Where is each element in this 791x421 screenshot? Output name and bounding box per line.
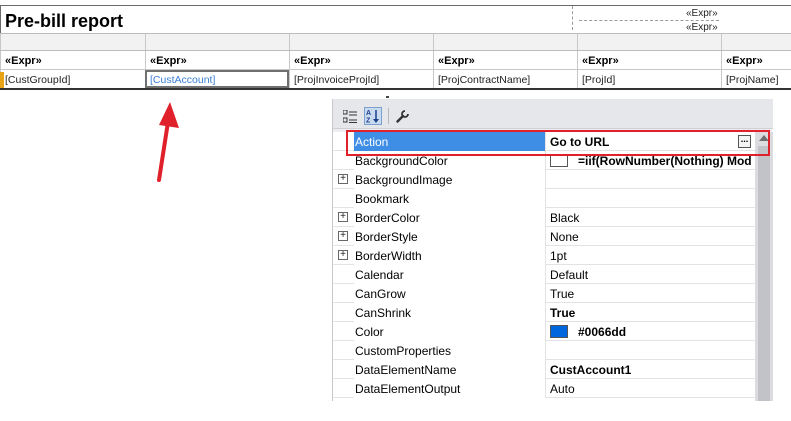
detail-cell-projname[interactable]: [ProjName]	[721, 70, 791, 88]
header-expression[interactable]: «Expr»	[686, 8, 718, 19]
expand-icon[interactable]: +	[338, 174, 348, 184]
property-name[interactable]: Color	[354, 322, 546, 341]
property-value[interactable]: 1pt	[546, 246, 755, 265]
detail-cell-custaccount-selected[interactable]: [CustAccount]	[145, 70, 289, 88]
alphabetical-sort-button[interactable]: A Z	[364, 107, 382, 125]
action-row-highlight-box	[346, 130, 770, 156]
property-row-borderwidth[interactable]: + BorderWidth 1pt	[333, 246, 755, 265]
property-value-text: True	[550, 287, 575, 301]
property-value-text: Default	[550, 268, 589, 282]
property-value-text: CustAccount1	[550, 363, 632, 377]
property-row-borderstyle[interactable]: + BorderStyle None	[333, 227, 755, 246]
property-value-text: Black	[550, 211, 580, 225]
detail-cell-projinvoiceprojid[interactable]: [ProjInvoiceProjId]	[289, 70, 433, 88]
categorized-button[interactable]	[341, 107, 359, 125]
tablix-empty-row[interactable]	[0, 33, 791, 51]
property-name[interactable]: DataElementName	[354, 360, 546, 379]
property-row-cangrow[interactable]: CanGrow True	[333, 284, 755, 303]
property-pages-button[interactable]	[393, 107, 411, 125]
property-value-text: True	[550, 306, 576, 320]
toolbar-separator	[388, 108, 389, 124]
property-row-backgroundimage[interactable]: + BackgroundImage	[333, 170, 755, 189]
column-header-cell[interactable]: «Expr»	[433, 51, 577, 69]
property-name[interactable]: CanShrink	[354, 303, 546, 322]
sort-alphabetical-icon: A Z	[366, 110, 379, 124]
tablix-cell[interactable]	[577, 34, 721, 50]
property-value-text: None	[550, 230, 579, 244]
property-name[interactable]: DataElementOutput	[354, 379, 546, 398]
wrench-icon	[395, 109, 409, 123]
color-swatch	[550, 325, 568, 338]
property-value[interactable]: #0066dd	[546, 322, 755, 341]
property-name[interactable]: BorderColor	[354, 208, 546, 227]
red-arrow-icon	[157, 102, 179, 182]
property-name[interactable]: CanGrow	[354, 284, 546, 303]
tablix-detail-row[interactable]: [CustGroupId] [CustAccount] [ProjInvoice…	[0, 70, 791, 90]
property-name[interactable]: BorderWidth	[354, 246, 546, 265]
column-header-cell[interactable]: «Expr»	[577, 51, 721, 69]
property-value[interactable]: True	[546, 284, 755, 303]
property-name[interactable]: BackgroundImage	[354, 170, 546, 189]
tablix-cell[interactable]	[289, 34, 433, 50]
expand-icon[interactable]: +	[338, 231, 348, 241]
property-row-bordercolor[interactable]: + BorderColor Black	[333, 208, 755, 227]
property-value[interactable]	[546, 170, 755, 189]
pane-grip	[386, 96, 389, 98]
header-textbox-border	[579, 20, 719, 21]
property-value[interactable]	[546, 189, 755, 208]
property-name[interactable]: Bookmark	[354, 189, 546, 208]
column-header-cell[interactable]: «Expr»	[289, 51, 433, 69]
header-expression[interactable]: «Expr»	[686, 22, 718, 32]
property-value[interactable]: CustAccount1	[546, 360, 755, 379]
property-value[interactable]: True	[546, 303, 755, 322]
expand-icon[interactable]: +	[338, 250, 348, 260]
tablix-cell[interactable]	[0, 34, 145, 50]
report-title[interactable]: Pre-bill report	[5, 11, 123, 32]
property-row-color[interactable]: Color #0066dd	[333, 322, 755, 341]
property-row-calendar[interactable]: Calendar Default	[333, 265, 755, 284]
property-value[interactable]: None	[546, 227, 755, 246]
properties-toolbar: A Z	[333, 99, 773, 129]
property-value[interactable]: Black	[546, 208, 755, 227]
detail-cell-projcontractname[interactable]: [ProjContractName]	[433, 70, 577, 88]
report-design-surface[interactable]: Pre-bill report «Expr» «Expr» «Expr» «Ex…	[0, 0, 791, 92]
detail-cell-custgroupid[interactable]: [CustGroupId]	[0, 70, 145, 88]
property-value[interactable]: Auto	[546, 379, 755, 398]
detail-cell-projid[interactable]: [ProjId]	[577, 70, 721, 88]
property-value-text: #0066dd	[578, 325, 627, 339]
property-value[interactable]	[546, 341, 755, 360]
property-grid-scrollbar[interactable]	[755, 132, 773, 401]
column-header-cell[interactable]: «Expr»	[145, 51, 289, 69]
header-divider	[572, 6, 573, 30]
tablix-cell[interactable]	[721, 34, 791, 50]
categorized-list-icon	[343, 109, 357, 123]
property-grid[interactable]: Action Go to URL... BackgroundColor =iif(Ro…	[333, 132, 755, 401]
property-value[interactable]: Default	[546, 265, 755, 284]
property-name[interactable]: CustomProperties	[354, 341, 546, 360]
property-value-text: 1pt	[550, 249, 567, 263]
column-header-cell[interactable]: «Expr»	[721, 51, 791, 69]
svg-text:Z: Z	[366, 118, 371, 124]
svg-text:A: A	[366, 110, 371, 117]
property-row-dataelementname[interactable]: DataElementName CustAccount1	[333, 360, 755, 379]
row-handle-marker	[0, 72, 4, 88]
expand-icon[interactable]: +	[338, 212, 348, 222]
report-header[interactable]: Pre-bill report	[0, 5, 791, 33]
tablix-cell[interactable]	[433, 34, 577, 50]
property-name[interactable]: Calendar	[354, 265, 546, 284]
property-row-bookmark[interactable]: Bookmark	[333, 189, 755, 208]
tablix-cell[interactable]	[145, 34, 289, 50]
property-row-canshrink[interactable]: CanShrink True	[333, 303, 755, 322]
scroll-thumb[interactable]	[758, 146, 770, 401]
property-value-text: Auto	[550, 382, 575, 396]
property-row-customproperties[interactable]: CustomProperties	[333, 341, 755, 360]
tablix-header-row[interactable]: «Expr» «Expr» «Expr» «Expr» «Expr» «Expr…	[0, 51, 791, 70]
property-value-text: =iif(RowNumber(Nothing) Mod	[578, 154, 752, 168]
column-header-cell[interactable]: «Expr»	[0, 51, 145, 69]
property-row-dataelementoutput[interactable]: DataElementOutput Auto	[333, 379, 755, 398]
property-name[interactable]: BorderStyle	[354, 227, 546, 246]
